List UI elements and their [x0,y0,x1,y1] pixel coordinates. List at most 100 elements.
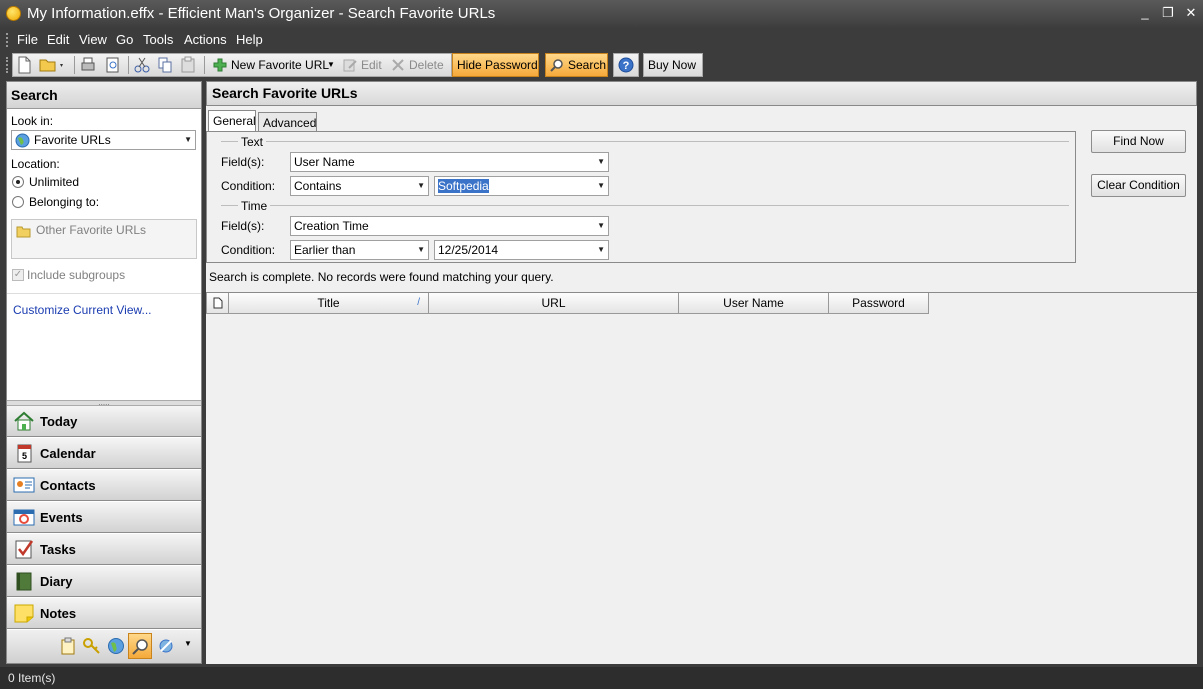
menu-edit[interactable]: Edit [47,32,69,47]
search-panel: Search Look in: Favorite URLs ▼ Location… [6,81,202,664]
tab-general[interactable]: General [208,110,256,132]
menu-bar: File Edit View Go Tools Actions Help [0,28,1203,52]
nav-today-label: Today [40,414,78,429]
page-title: Search Favorite URLs [206,81,1197,106]
nav-events[interactable]: Events [7,502,201,533]
delete-button: Delete [387,53,447,77]
column-url-header[interactable]: URL [429,293,679,314]
toolbar-grip [6,57,9,73]
column-icon-header[interactable] [206,293,229,314]
chevron-down-icon: ▼ [597,157,605,166]
item-count: 0 Item(s) [8,671,56,685]
folder-icon [16,226,31,238]
customize-view-link[interactable]: Customize Current View... [13,303,152,317]
text-value: Softpedia [438,179,489,193]
nav-contacts[interactable]: Contacts [7,470,201,501]
search-button[interactable]: Search [545,53,608,77]
help-button[interactable]: ? [613,53,639,77]
print-icon[interactable] [80,56,96,78]
status-bar: 0 Item(s) [0,667,1203,689]
column-title-label: Title [317,296,340,310]
new-favorite-url-button[interactable]: New Favorite URL ▼ [207,53,338,77]
tab-advanced[interactable]: Advanced [258,112,317,133]
include-subgroups-checkbox: ✓ [12,269,24,281]
close-button[interactable]: ✕ [1183,6,1199,20]
chevron-down-icon: ▼ [417,245,425,254]
home-icon [14,411,34,431]
time-section-label: Time [238,199,271,213]
search-icon [550,59,563,72]
nav-today[interactable]: Today [7,406,201,437]
menu-go[interactable]: Go [116,32,133,47]
menu-actions[interactable]: Actions [184,32,227,47]
nav-notes[interactable]: Notes [7,598,201,629]
column-password-header[interactable]: Password [829,293,929,314]
nav-calendar[interactable]: 5 Calendar [7,438,201,469]
cut-icon[interactable] [134,56,150,78]
look-in-label: Look in: [11,114,54,128]
calendar-icon: 5 [17,444,32,463]
nav-diary[interactable]: Diary [7,566,201,597]
print-preview-icon[interactable] [105,56,121,78]
clear-condition-button[interactable]: Clear Condition [1091,174,1186,197]
nav-tasks-label: Tasks [40,542,76,557]
find-now-button[interactable]: Find Now [1091,130,1186,153]
time-field-value: Creation Time [294,219,369,233]
plus-icon [213,58,227,72]
column-title-header[interactable]: Title / [229,293,429,314]
look-in-select[interactable]: Favorite URLs ▼ [11,130,196,150]
nav-contacts-label: Contacts [40,478,96,493]
globe-icon[interactable] [107,637,125,655]
menu-tools[interactable]: Tools [143,32,173,47]
menu-file[interactable]: File [17,32,38,47]
chevron-down-icon: ▼ [597,245,605,254]
nav-notes-label: Notes [40,606,77,621]
look-in-value: Favorite URLs [34,133,111,147]
buy-now-button[interactable]: Buy Now [643,53,703,77]
group-box-label: Other Favorite URLs [36,223,147,237]
hide-password-button[interactable]: Hide Password [452,53,539,77]
menu-view[interactable]: View [79,32,107,47]
search-form: Text Field(s): User Name ▼ Condition: Co… [206,131,1076,263]
configure-icon[interactable] [157,637,175,655]
chevron-down-icon: ▼ [327,60,335,69]
search-shortcut[interactable] [128,633,152,659]
chevron-down-icon[interactable]: ▼ [184,639,192,648]
time-condition-select[interactable]: Earlier than ▼ [290,240,429,260]
minimize-button[interactable]: _ [1137,6,1153,20]
restore-button[interactable]: ❐ [1160,6,1176,20]
delete-label: Delete [409,58,444,72]
new-icon[interactable] [17,56,31,78]
divider [221,205,1069,206]
text-condition-value: Contains [294,179,342,193]
separator [128,56,129,74]
text-value-input[interactable]: Softpedia ▼ [434,176,609,196]
group-box: Other Favorite URLs [11,219,197,259]
search-label: Search [568,58,607,72]
chevron-down-icon: ▼ [417,181,425,190]
title-bar: My Information.effx - Efficient Man's Or… [0,0,1203,28]
events-icon [13,509,35,526]
clipboard-icon[interactable] [59,637,77,655]
belonging-to-radio[interactable] [12,196,24,208]
search-panel-title: Search [7,82,201,109]
text-field-select[interactable]: User Name ▼ [290,152,609,172]
toolbar: New Favorite URL ▼ Edit Delete Hide Pass… [0,52,1203,78]
open-icon[interactable] [39,56,65,78]
column-username-header[interactable]: User Name [679,293,829,314]
menu-grip [6,33,9,47]
nav-tasks[interactable]: Tasks [7,534,201,565]
svg-text:?: ? [623,60,630,72]
key-icon[interactable] [83,637,101,655]
notes-icon [14,604,34,623]
menu-help[interactable]: Help [236,32,263,47]
time-field-select[interactable]: Creation Time ▼ [290,216,609,236]
separator [204,56,205,74]
text-condition-select[interactable]: Contains ▼ [290,176,429,196]
nav-calendar-label: Calendar [40,446,96,461]
copy-icon[interactable] [157,56,173,78]
chevron-down-icon: ▼ [597,181,605,190]
date-picker[interactable]: 12/25/2014 ▼ [434,240,609,260]
unlimited-radio[interactable] [12,176,24,188]
location-label: Location: [11,157,60,171]
